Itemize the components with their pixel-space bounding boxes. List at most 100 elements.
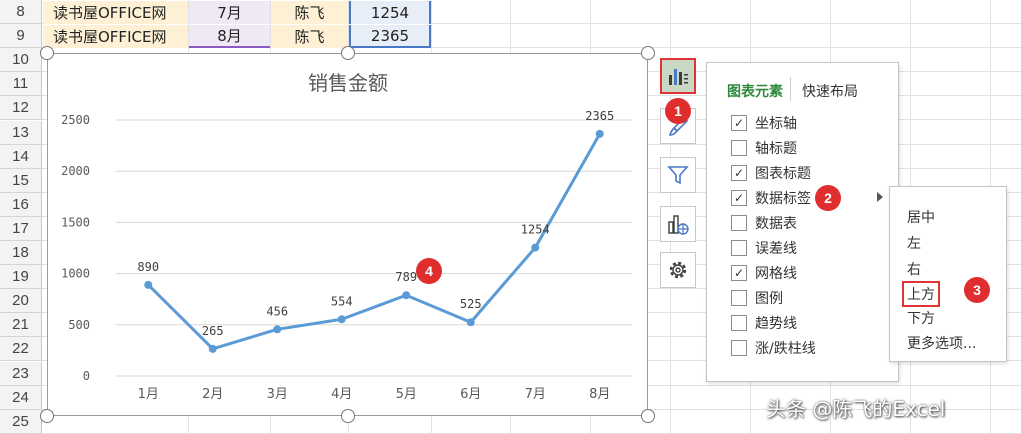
chart-type-button[interactable] <box>660 206 696 242</box>
option-label: 图表标题 <box>755 166 811 182</box>
x-tick-label: 7月 <box>525 387 546 402</box>
data-point <box>595 129 604 138</box>
menu-item-above[interactable]: 上方 <box>902 281 940 307</box>
x-tick-label: 5月 <box>396 387 417 402</box>
settings-button[interactable] <box>660 252 696 288</box>
y-tick-label: 0 <box>83 369 90 383</box>
x-tick-label: 8月 <box>589 387 610 402</box>
option-label: 网格线 <box>755 266 797 282</box>
chart-element-option[interactable]: 轴标题 <box>731 138 797 158</box>
chart-element-option[interactable]: 图例 <box>731 288 783 308</box>
data-point <box>337 315 346 324</box>
chart-filters-button[interactable] <box>660 157 696 193</box>
menu-item-right[interactable]: 右 <box>907 259 921 279</box>
chart-element-option[interactable]: 误差线 <box>731 238 797 258</box>
row-header[interactable]: 22 <box>0 337 42 361</box>
data-label: 554 <box>331 294 353 308</box>
row-header[interactable]: 25 <box>0 410 42 434</box>
row-header[interactable]: 8 <box>0 0 42 24</box>
menu-item-center[interactable]: 居中 <box>907 207 935 227</box>
line-chart[interactable]: 销售金额 0 500 1000 1500 2000 2500 1月 2月 3月 4月 5月 6月 7月 8… <box>47 53 648 416</box>
tab-quick-layout[interactable]: 快速布局 <box>802 81 858 101</box>
checkbox-checked[interactable]: ✓ <box>731 190 747 206</box>
checkbox-unchecked[interactable] <box>731 140 747 156</box>
chart-element-option[interactable]: ✓ 图表标题 <box>731 163 811 183</box>
chart-elements-icon <box>669 69 688 85</box>
row-header[interactable]: 18 <box>0 241 42 265</box>
checkbox-checked[interactable]: ✓ <box>731 165 747 181</box>
checkbox-checked[interactable]: ✓ <box>731 115 747 131</box>
row-header[interactable]: 16 <box>0 193 42 217</box>
checkbox-unchecked[interactable] <box>731 215 747 231</box>
row-header[interactable]: 24 <box>0 386 42 410</box>
data-label: 1254 <box>521 223 550 237</box>
checkbox-checked[interactable]: ✓ <box>731 265 747 281</box>
checkbox-unchecked[interactable] <box>731 290 747 306</box>
row-header[interactable]: 15 <box>0 169 42 193</box>
checkbox-unchecked[interactable] <box>731 240 747 256</box>
row-header[interactable]: 10 <box>0 48 42 72</box>
data-label: 789 <box>395 270 417 284</box>
row-header[interactable]: 17 <box>0 217 42 241</box>
chart-element-option[interactable]: 数据表 <box>731 213 797 233</box>
resize-handle-top-left[interactable] <box>40 46 54 60</box>
option-label: 趋势线 <box>755 316 797 332</box>
chart-element-option[interactable]: ✓ 网格线 <box>731 263 797 283</box>
cell-store-row9[interactable]: 读书屋OFFICE网 <box>43 25 188 48</box>
data-point <box>273 325 282 334</box>
menu-item-below[interactable]: 下方 <box>907 308 935 328</box>
row-header[interactable]: 9 <box>0 24 42 48</box>
row-header[interactable]: 13 <box>0 121 42 145</box>
cell-name-row9[interactable]: 陈飞 <box>271 25 348 48</box>
chart-canvas: 销售金额 0 500 1000 1500 2000 2500 1月 2月 3月 4月 5月 6月 7月 8… <box>61 71 632 402</box>
row-header[interactable]: 20 <box>0 289 42 313</box>
row-header[interactable]: 12 <box>0 96 42 120</box>
y-tick-label: 2000 <box>61 164 90 178</box>
option-label: 图例 <box>755 291 783 307</box>
chart-elements-button[interactable] <box>660 58 696 94</box>
step-badge-3: 3 <box>964 277 990 303</box>
menu-item-left[interactable]: 左 <box>907 233 921 253</box>
chart-title[interactable]: 销售金额 <box>308 71 388 95</box>
cell-month-row9[interactable]: 8月 <box>189 25 270 48</box>
cell-month-row8[interactable]: 7月 <box>189 1 270 24</box>
filter-icon <box>667 166 689 185</box>
data-label: 265 <box>202 324 224 338</box>
resize-handle-bottom-right[interactable] <box>641 409 655 423</box>
option-label: 轴标题 <box>755 141 797 157</box>
data-label: 525 <box>460 297 482 311</box>
step-badge-4: 4 <box>416 258 442 284</box>
row-header[interactable]: 21 <box>0 313 42 337</box>
x-tick-label: 6月 <box>460 387 481 402</box>
data-label: 456 <box>266 304 288 318</box>
chart-element-option[interactable]: ✓ 数据标签 <box>731 188 811 208</box>
row-header[interactable]: 23 <box>0 362 42 386</box>
gear-icon <box>669 261 687 279</box>
row-header[interactable]: 14 <box>0 145 42 169</box>
checkbox-unchecked[interactable] <box>731 315 747 331</box>
resize-handle-bottom-left[interactable] <box>40 409 54 423</box>
row-header[interactable]: 19 <box>0 265 42 289</box>
watermark-text: 头条 @陈飞的Excel <box>766 397 946 421</box>
menu-item-more-options[interactable]: 更多选项... <box>907 333 976 353</box>
y-tick-label: 1000 <box>61 267 90 281</box>
submenu-arrow-icon[interactable] <box>877 192 883 202</box>
cell-store-row8[interactable]: 读书屋OFFICE网 <box>43 1 188 24</box>
data-point <box>144 280 153 289</box>
checkbox-unchecked[interactable] <box>731 340 747 356</box>
resize-handle-top-center[interactable] <box>341 46 355 60</box>
cell-amount-row8[interactable]: 1254 <box>349 1 431 24</box>
resize-handle-top-right[interactable] <box>641 46 655 60</box>
resize-handle-bottom-center[interactable] <box>341 409 355 423</box>
chart-element-option[interactable]: ✓ 坐标轴 <box>731 113 797 133</box>
tab-divider <box>790 77 791 101</box>
tab-chart-elements[interactable]: 图表元素 <box>727 81 783 101</box>
data-label: 2365 <box>585 109 614 123</box>
cell-amount-row9[interactable]: 2365 <box>349 25 431 48</box>
chart-element-option[interactable]: 趋势线 <box>731 313 797 333</box>
x-tick-label: 4月 <box>331 387 352 402</box>
y-tick-label: 1500 <box>61 215 90 229</box>
row-header[interactable]: 11 <box>0 72 42 96</box>
cell-name-row8[interactable]: 陈飞 <box>271 1 348 24</box>
chart-element-option[interactable]: 涨/跌柱线 <box>731 338 816 358</box>
